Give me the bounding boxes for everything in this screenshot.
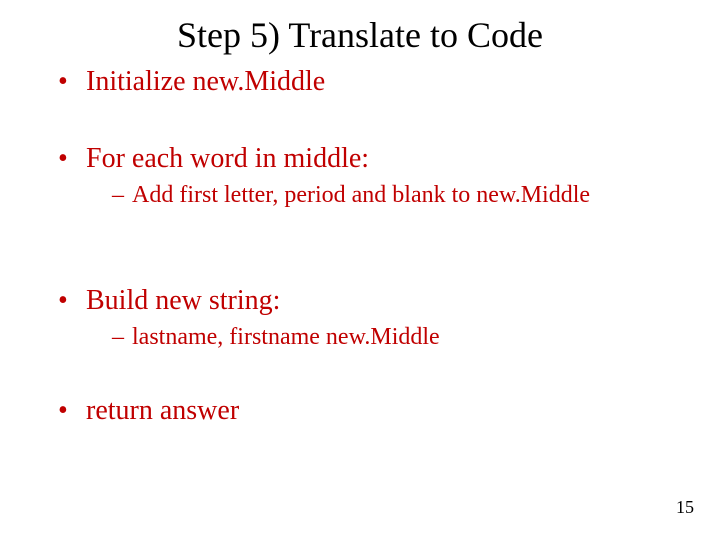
bullet-item: Build new string: lastname, firstname ne… — [58, 283, 680, 353]
sub-bullet-text: Add first letter, period and blank to ne… — [132, 182, 590, 208]
sub-bullet-item: lastname, firstname new.Middle — [112, 322, 680, 353]
slide-content: Initialize new.Middle For each word in m… — [0, 64, 720, 428]
bullet-text: return answer — [86, 395, 239, 426]
page-number: 15 — [676, 497, 694, 518]
bullet-item: For each word in middle: Add first lette… — [58, 141, 680, 211]
spacer — [58, 353, 680, 393]
sub-bullet-list: lastname, firstname new.Middle — [86, 322, 680, 353]
bullet-list: Initialize new.Middle For each word in m… — [58, 64, 680, 428]
slide: Step 5) Translate to Code Initialize new… — [0, 0, 720, 540]
bullet-text: Build new string: — [86, 285, 280, 316]
sub-bullet-item: Add first letter, period and blank to ne… — [112, 180, 680, 211]
bullet-text: For each word in middle: — [86, 143, 369, 174]
spacer — [58, 99, 680, 141]
bullet-text: Initialize new.Middle — [86, 66, 325, 97]
sub-bullet-list: Add first letter, period and blank to ne… — [86, 180, 680, 211]
sub-bullet-text: lastname, firstname new.Middle — [132, 324, 440, 350]
bullet-item: return answer — [58, 393, 680, 428]
bullet-item: Initialize new.Middle — [58, 64, 680, 99]
spacer — [58, 211, 680, 283]
slide-title: Step 5) Translate to Code — [0, 0, 720, 64]
